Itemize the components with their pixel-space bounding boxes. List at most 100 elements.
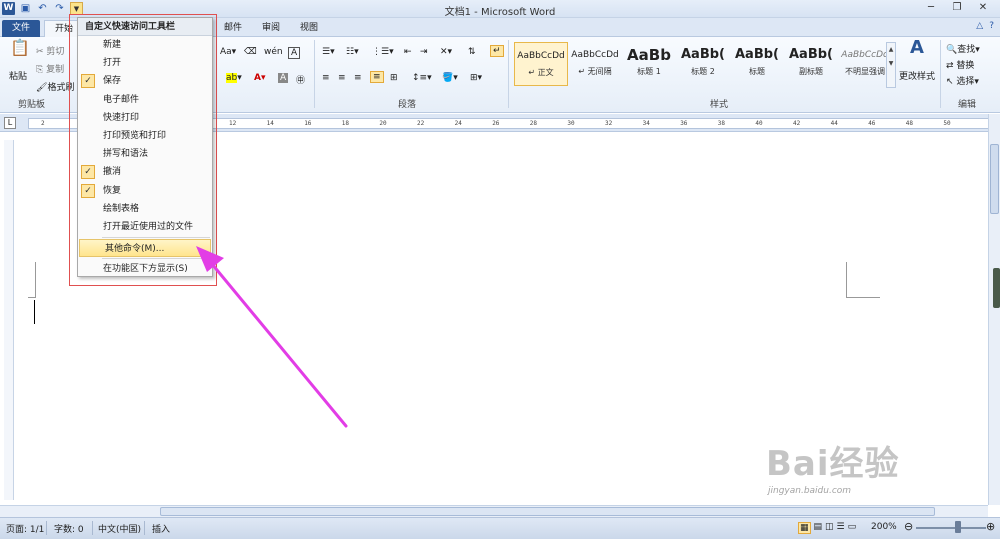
cut-label: 剪切: [46, 47, 65, 57]
help-icon[interactable]: ?: [989, 21, 994, 31]
qat-menu-item[interactable]: 绘制表格: [78, 200, 212, 218]
margin-corner-left: [28, 262, 36, 298]
qat-menu-item[interactable]: 电子邮件: [78, 91, 212, 109]
font-color-button[interactable]: A▾: [254, 73, 265, 83]
more-commands-item[interactable]: 其他命令(M)...: [79, 239, 211, 258]
ruler-number: 38: [717, 120, 726, 127]
char-border-button[interactable]: A: [288, 47, 301, 59]
distributed-button[interactable]: ⊞: [390, 73, 398, 83]
style-preview: AaBbCcDd: [841, 50, 889, 60]
customize-qat-menu: 自定义快速访问工具栏 新建 打开 ✓ 保存 电子邮件 快速打印 打印预览和打印 拼写和语法 ✓ 撤…: [77, 17, 213, 277]
style-subtitle[interactable]: AaBb( 副标题: [784, 42, 838, 86]
ruler-number: 40: [755, 120, 763, 127]
change-styles-button[interactable]: 更改样式: [899, 69, 935, 82]
restore-icon[interactable]: ❐: [944, 1, 970, 15]
close-icon[interactable]: ✕: [970, 1, 996, 15]
clear-format-button[interactable]: ⌫: [244, 47, 257, 57]
ruler-number: 16: [304, 120, 312, 127]
cut-button[interactable]: ✂ 剪切: [36, 44, 64, 57]
ruler-number: 14: [266, 120, 274, 127]
tab-mailings[interactable]: 邮件: [218, 20, 248, 37]
web-layout-icon[interactable]: ◫: [825, 522, 834, 534]
ruler-number: 46: [868, 120, 876, 127]
line-spacing-button[interactable]: ↕≡▾: [412, 73, 432, 83]
qat-menu-item[interactable]: 打开最近使用过的文件: [78, 218, 212, 236]
style-preview: AaBbCcDd: [517, 51, 565, 61]
style-heading-1[interactable]: AaBb 标题 1: [622, 42, 676, 86]
editing-group-label: 编辑: [958, 100, 977, 110]
reading-layout-icon[interactable]: ▤: [814, 522, 823, 534]
find-button[interactable]: 🔍查找▾: [946, 42, 980, 55]
select-button[interactable]: ↖ 选择▾: [946, 74, 979, 87]
vertical-scroll-thumb[interactable]: [990, 144, 999, 214]
ruler-number: 12: [229, 120, 237, 127]
menu-item-label: 快速打印: [103, 112, 140, 123]
style-heading-2[interactable]: AaBb( 标题 2: [676, 42, 730, 86]
draft-icon[interactable]: ▭: [848, 522, 857, 534]
sort-button[interactable]: ⇅: [468, 47, 476, 57]
style-no-spacing[interactable]: AaBbCcDd ↵ 无间隔: [568, 42, 622, 86]
qat-menu-item[interactable]: 快速打印: [78, 109, 212, 127]
qat-menu-item[interactable]: 拼写和语法: [78, 145, 212, 163]
change-styles-icon[interactable]: A: [905, 39, 929, 63]
menu-item-label: 电子邮件: [103, 94, 140, 105]
char-shading-button[interactable]: A: [278, 73, 289, 83]
justify-button[interactable]: ≡: [370, 71, 384, 83]
qat-menu-item[interactable]: 打开: [78, 54, 212, 72]
numbering-button[interactable]: ☷▾: [346, 47, 359, 57]
increase-indent-button[interactable]: ⇥: [420, 47, 428, 57]
zoom-slider[interactable]: [916, 527, 986, 529]
copy-button[interactable]: ⎘ 复制: [36, 62, 64, 75]
paste-icon[interactable]: 📋: [10, 40, 30, 63]
ruler-number: 34: [642, 120, 650, 127]
qat-menu-item[interactable]: ✓ 撤消: [78, 163, 212, 181]
zoom-in-icon[interactable]: ⊕: [986, 520, 995, 533]
word-count[interactable]: 字数: 0: [54, 522, 84, 535]
replace-button[interactable]: ⇄ 替换: [946, 58, 974, 71]
bullets-button[interactable]: ☰▾: [322, 47, 335, 57]
outline-icon[interactable]: ☰: [837, 522, 845, 534]
style-title[interactable]: AaBb( 标题: [730, 42, 784, 86]
phonetic-button[interactable]: wén: [264, 47, 283, 57]
collapse-ribbon-icon[interactable]: △: [976, 21, 983, 31]
enclose-char-button[interactable]: ㊥: [296, 73, 305, 86]
highlight-button[interactable]: ab▾: [226, 73, 242, 83]
show-below-ribbon-item[interactable]: 在功能区下方显示(S): [78, 260, 212, 278]
shading-button[interactable]: 🪣▾: [442, 73, 458, 83]
qat-menu-item[interactable]: 打印预览和打印: [78, 127, 212, 145]
font-case-button[interactable]: Aa▾: [220, 47, 236, 57]
align-left-button[interactable]: ≡: [322, 73, 330, 83]
zoom-out-icon[interactable]: ⊖: [904, 520, 913, 533]
align-right-button[interactable]: ≡: [354, 73, 362, 83]
tab-file[interactable]: 文件: [2, 20, 40, 37]
style-normal[interactable]: AaBbCcDd ↵ 正文: [514, 42, 568, 86]
qat-menu-item[interactable]: ✓ 恢复: [78, 182, 212, 200]
decrease-indent-button[interactable]: ⇤: [404, 47, 412, 57]
ruler-number: 28: [529, 120, 538, 127]
page-count[interactable]: 页面: 1/1: [6, 522, 44, 535]
clipboard-group-label: 剪贴板: [18, 100, 46, 110]
qat-menu-item[interactable]: 新建: [78, 36, 212, 54]
print-layout-icon[interactable]: ▦: [798, 522, 811, 534]
align-center-button[interactable]: ≡: [338, 73, 346, 83]
tab-selector-icon[interactable]: L: [4, 117, 16, 129]
styles-gallery-scroll[interactable]: ▲ ▼: [886, 42, 896, 88]
tab-review[interactable]: 审阅: [256, 20, 286, 37]
zoom-slider-knob[interactable]: [955, 521, 961, 533]
horizontal-scroll-thumb[interactable]: [160, 507, 935, 516]
minimize-icon[interactable]: ─: [918, 1, 944, 15]
qat-menu-item[interactable]: ✓ 保存: [78, 72, 212, 90]
borders-button[interactable]: ⊞▾: [470, 73, 482, 83]
vertical-scrollbar[interactable]: [988, 114, 1000, 505]
style-subtle-emphasis[interactable]: AaBbCcDd 不明显强调: [838, 42, 892, 86]
insert-mode[interactable]: 插入: [152, 522, 170, 535]
paste-button[interactable]: 粘贴: [9, 69, 27, 82]
zoom-level[interactable]: 200%: [871, 522, 897, 532]
show-marks-button[interactable]: ↵: [490, 45, 504, 57]
copy-label: 复制: [46, 65, 65, 75]
chinese-layout-button[interactable]: ✕▾: [440, 47, 452, 57]
tab-view[interactable]: 视图: [294, 20, 324, 37]
multilevel-list-button[interactable]: ⋮☰▾: [372, 47, 394, 57]
language-indicator[interactable]: 中文(中国): [98, 522, 141, 535]
horizontal-scrollbar[interactable]: [0, 505, 988, 517]
